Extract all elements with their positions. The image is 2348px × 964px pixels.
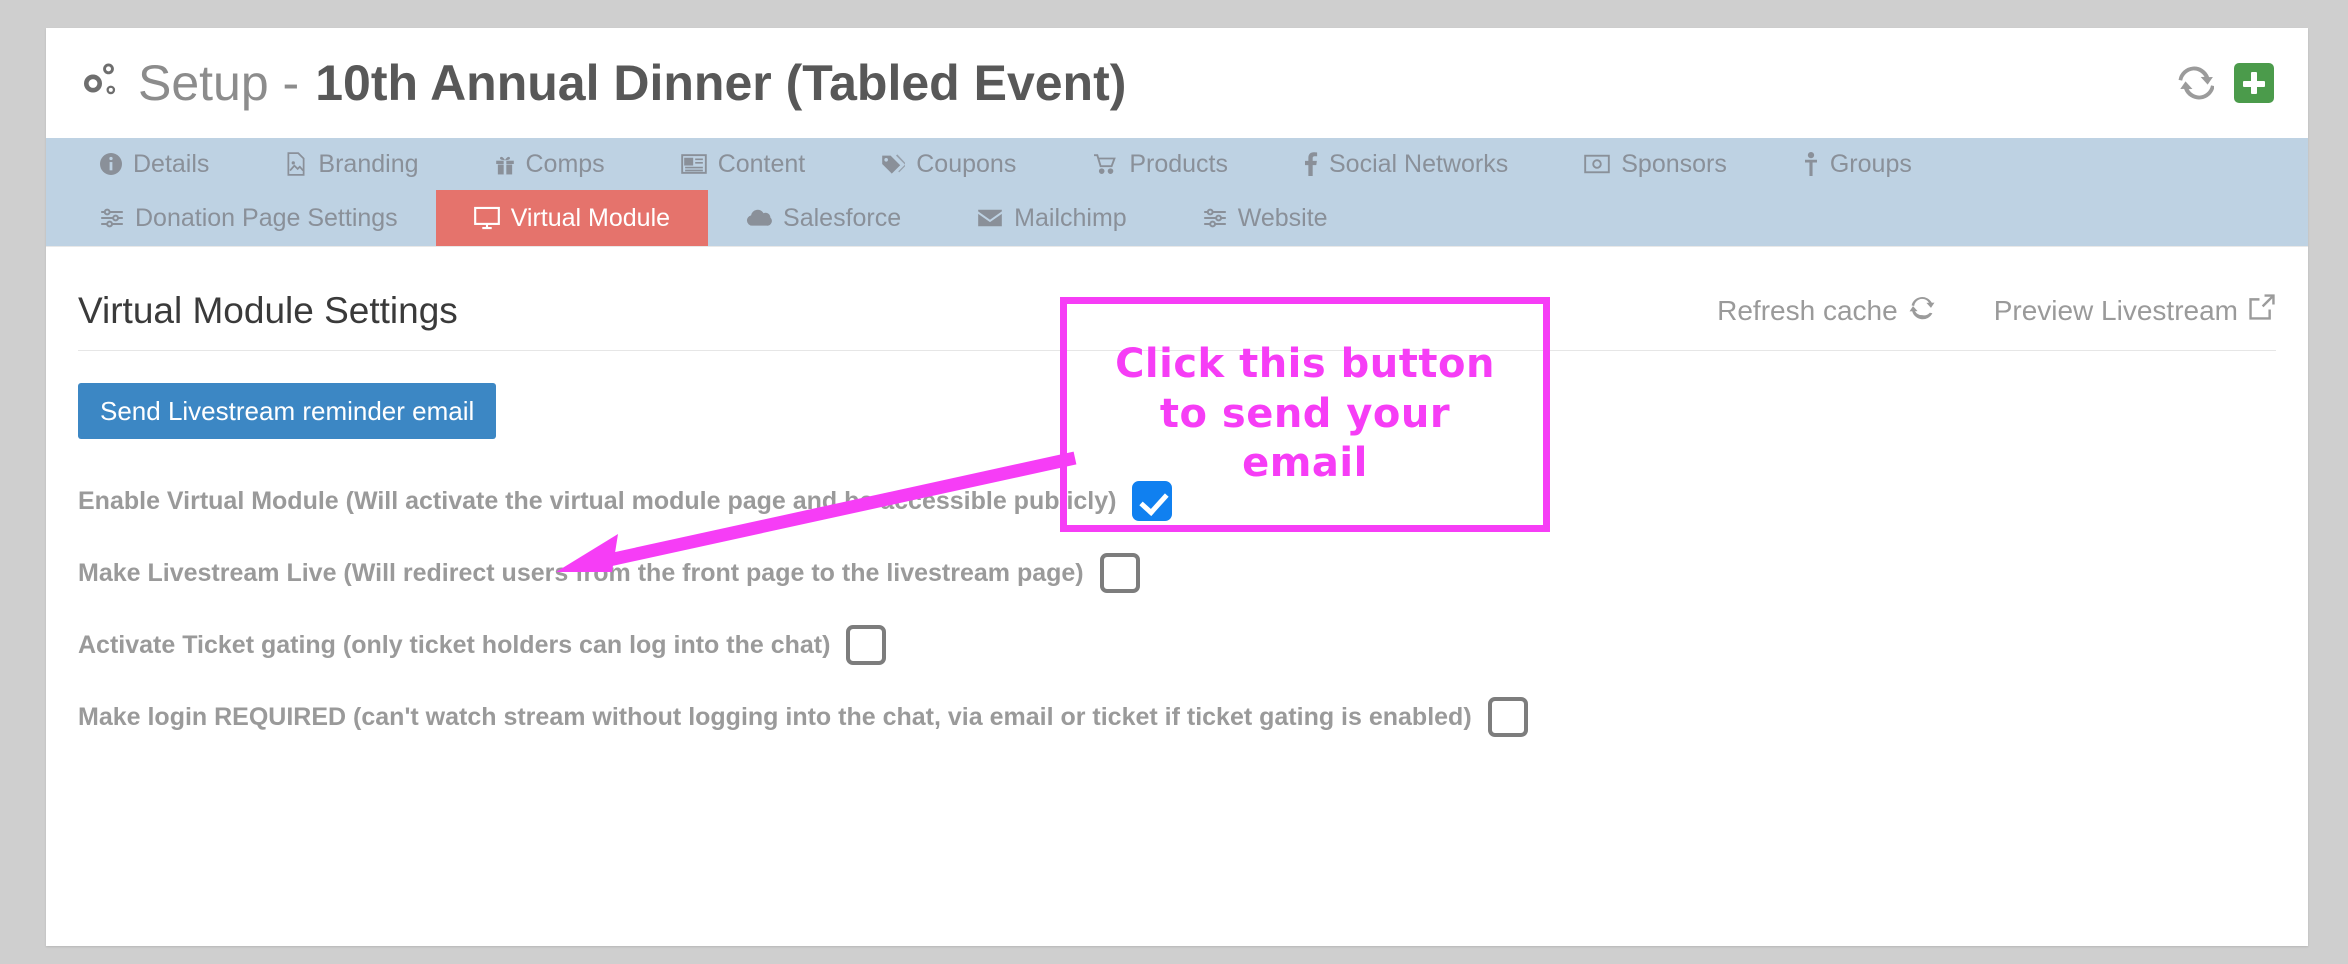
shopping-cart-icon [1092, 153, 1118, 175]
annotation-callout: Click this button to send your email [1060, 297, 1550, 532]
annotation-line-3: email [1242, 440, 1368, 487]
tab-groups[interactable]: Groups [1765, 138, 1950, 190]
tab-label: Salesforce [783, 203, 902, 232]
tab-label: Coupons [916, 149, 1017, 178]
tab-row-2: Donation Page Settings Virtual Module Sa… [76, 190, 2278, 246]
make-login-required-checkbox[interactable] [1487, 697, 1528, 737]
tab-row-1: Details Branding Comps Content Coupons P… [76, 138, 2278, 190]
tab-donation-page-settings[interactable]: Donation Page Settings [76, 190, 436, 246]
annotation-line-1: Click this button [1115, 341, 1495, 388]
tab-website[interactable]: Website [1165, 190, 1366, 246]
setting-row-activate-ticket-gating: Activate Ticket gating (only ticket hold… [78, 609, 2276, 681]
tag-icon [881, 153, 906, 175]
setting-label: Activate Ticket gating (only ticket hold… [78, 630, 831, 659]
screen-root: Setup - 10th Annual Dinner (Tabled Event… [0, 0, 2348, 964]
page-title-event: 10th Annual Dinner (Tabled Event) [315, 55, 1127, 111]
tab-salesforce[interactable]: Salesforce [708, 190, 939, 246]
person-icon [1803, 152, 1819, 176]
money-bill-icon [1584, 154, 1610, 174]
info-circle-icon [100, 153, 122, 175]
refresh-icon [1908, 293, 1936, 328]
annotation-text: Click this button to send your email [1115, 340, 1495, 489]
sliders-icon [100, 207, 124, 229]
setup-tabbar: Details Branding Comps Content Coupons P… [46, 138, 2308, 246]
tab-label: Branding [318, 149, 419, 178]
panel-header: Setup - 10th Annual Dinner (Tabled Event… [46, 28, 2308, 138]
send-livestream-reminder-email-button[interactable]: Send Livestream reminder email [78, 383, 497, 439]
tab-social-networks[interactable]: Social Networks [1266, 138, 1546, 190]
page-title: Setup - 10th Annual Dinner (Tabled Event… [76, 54, 1126, 112]
section-links: Refresh cache Preview Livestream [1717, 293, 2276, 332]
tab-branding[interactable]: Branding [247, 138, 456, 190]
tab-comps[interactable]: Comps [457, 138, 643, 190]
refresh-icon[interactable] [2176, 64, 2215, 102]
tab-label: Details [133, 149, 210, 178]
tab-virtual-module[interactable]: Virtual Module [435, 190, 709, 246]
newspaper-icon [680, 153, 707, 175]
tab-label: Content [717, 149, 806, 178]
make-livestream-live-checkbox[interactable] [1099, 553, 1140, 593]
tab-content[interactable]: Content [643, 138, 844, 190]
page-title-prefix: Setup - [138, 55, 300, 111]
image-file-icon [285, 152, 307, 176]
monitor-icon [473, 206, 500, 230]
content-divider [46, 246, 2308, 268]
setting-label: Enable Virtual Module (Will activate the… [78, 486, 1117, 515]
tab-products[interactable]: Products [1054, 138, 1266, 190]
tab-label: Products [1129, 149, 1228, 178]
preview-livestream-label: Preview Livestream [1993, 294, 2238, 326]
section-title: Virtual Module Settings [78, 290, 458, 331]
preview-livestream-link[interactable]: Preview Livestream [1994, 293, 2276, 328]
cloud-icon [746, 209, 772, 227]
envelope-icon [977, 208, 1003, 228]
tab-label: Website [1237, 203, 1328, 232]
activate-ticket-gating-checkbox[interactable] [846, 625, 887, 665]
setting-row-make-livestream-live: Make Livestream Live (Will redirect user… [78, 537, 2276, 609]
tab-sponsors[interactable]: Sponsors [1546, 138, 1765, 190]
setting-label: Make Livestream Live (Will redirect user… [78, 558, 1084, 587]
add-icon[interactable] [2234, 63, 2274, 103]
facebook-f-icon [1304, 152, 1318, 176]
refresh-cache-label: Refresh cache [1717, 294, 1898, 326]
tab-label: Groups [1829, 149, 1912, 178]
gift-icon [495, 153, 515, 175]
header-actions [2176, 63, 2274, 103]
setting-row-make-login-required: Make login REQUIRED (can't watch stream … [78, 681, 2276, 753]
tab-mailchimp[interactable]: Mailchimp [939, 190, 1165, 246]
tab-label: Comps [525, 149, 605, 178]
tab-label: Virtual Module [510, 203, 671, 232]
refresh-cache-link[interactable]: Refresh cache [1717, 293, 1936, 328]
annotation-line-2: to send your [1159, 390, 1451, 437]
tab-label: Donation Page Settings [135, 203, 398, 232]
tab-label: Sponsors [1621, 149, 1727, 178]
setting-label: Make login REQUIRED (can't watch stream … [78, 702, 1472, 731]
gears-icon [76, 60, 122, 106]
tab-coupons[interactable]: Coupons [843, 138, 1054, 190]
external-link-icon [2248, 293, 2276, 328]
tab-details[interactable]: Details [76, 138, 247, 190]
tab-label: Mailchimp [1014, 203, 1127, 232]
sliders-icon [1203, 207, 1227, 229]
tab-label: Social Networks [1329, 149, 1509, 178]
